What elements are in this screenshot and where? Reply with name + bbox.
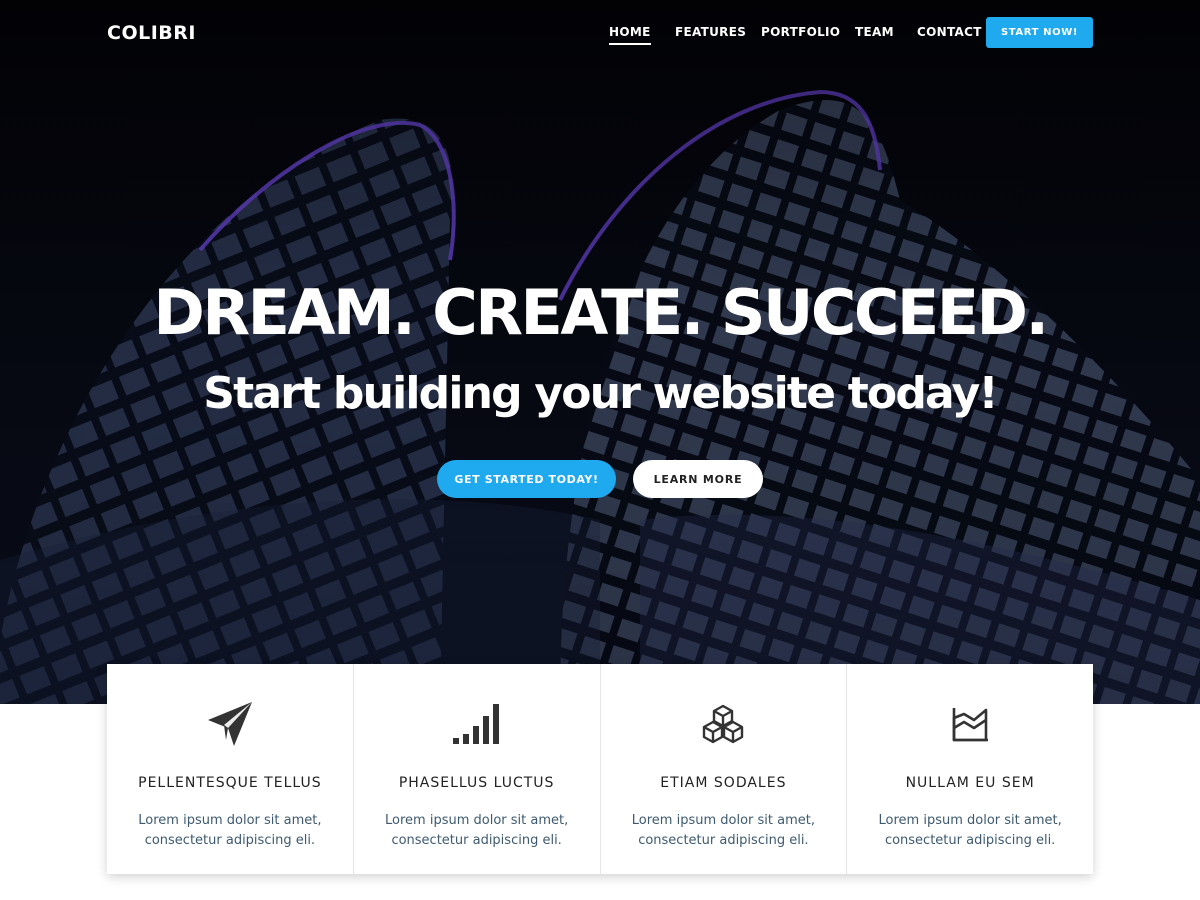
feature-title: ETIAM SODALES: [660, 775, 787, 791]
feature-card: PELLENTESQUE TELLUS Lorem ipsum dolor si…: [107, 664, 354, 874]
feature-description-line: Lorem ipsum dolor sit amet,: [878, 813, 1062, 828]
feature-description-line: Lorem ipsum dolor sit amet,: [138, 813, 322, 828]
start-now-button[interactable]: START NOW!: [986, 17, 1093, 48]
feature-card: NULLAM EU SEM Lorem ipsum dolor sit amet…: [847, 664, 1093, 874]
feature-card: ETIAM SODALES Lorem ipsum dolor sit amet…: [601, 664, 848, 874]
feature-description-line: consectetur adipiscing eli.: [391, 833, 562, 848]
feature-title: PHASELLUS LUCTUS: [398, 775, 555, 791]
feature-description-line: consectetur adipiscing eli.: [884, 833, 1056, 848]
feature-title: NULLAM EU SEM: [905, 775, 1035, 791]
feature-description: Lorem ipsum dolor sit amet, consectetur …: [127, 811, 333, 851]
feature-card: PHASELLUS LUCTUS Lorem ipsum dolor sit a…: [354, 664, 601, 874]
nav-item-portfolio[interactable]: PORTFOLIO: [761, 25, 840, 39]
hero-overlay: [0, 0, 1200, 704]
feature-title: PELLENTESQUE TELLUS: [138, 775, 322, 791]
signal-bars-icon: [449, 696, 505, 752]
features-section: PELLENTESQUE TELLUS Lorem ipsum dolor si…: [107, 664, 1093, 874]
hero-headline: DREAM. CREATE. SUCCEED.: [153, 276, 1049, 349]
paper-plane-icon: [202, 696, 258, 752]
hero-section: COLIBRI HOME FEATURES PORTFOLIO TEAM CON…: [0, 0, 1200, 704]
hero-subheadline: Start building your website today!: [203, 368, 998, 419]
area-chart-icon: [942, 696, 998, 752]
cubes-icon: [695, 696, 751, 752]
feature-description-line: consectetur adipiscing eli.: [144, 833, 316, 848]
learn-more-button[interactable]: LEARN MORE: [633, 460, 763, 498]
nav-item-contact[interactable]: CONTACT: [917, 25, 982, 39]
nav-item-home[interactable]: HOME: [609, 25, 651, 45]
nav-item-features[interactable]: FEATURES: [675, 25, 746, 39]
feature-description: Lorem ipsum dolor sit amet, consectetur …: [867, 811, 1073, 851]
nav-item-team[interactable]: TEAM: [855, 25, 894, 39]
feature-description-line: Lorem ipsum dolor sit amet,: [385, 813, 569, 828]
get-started-button[interactable]: GET STARTED TODAY!: [437, 460, 616, 498]
feature-description: Lorem ipsum dolor sit amet, consectetur …: [621, 811, 827, 851]
feature-description-line: Lorem ipsum dolor sit amet,: [631, 813, 815, 828]
feature-description: Lorem ipsum dolor sit amet, consectetur …: [374, 811, 580, 851]
feature-description-line: consectetur adipiscing eli.: [638, 833, 809, 848]
main-navigation: HOME FEATURES PORTFOLIO TEAM CONTACT STA…: [0, 0, 1200, 64]
